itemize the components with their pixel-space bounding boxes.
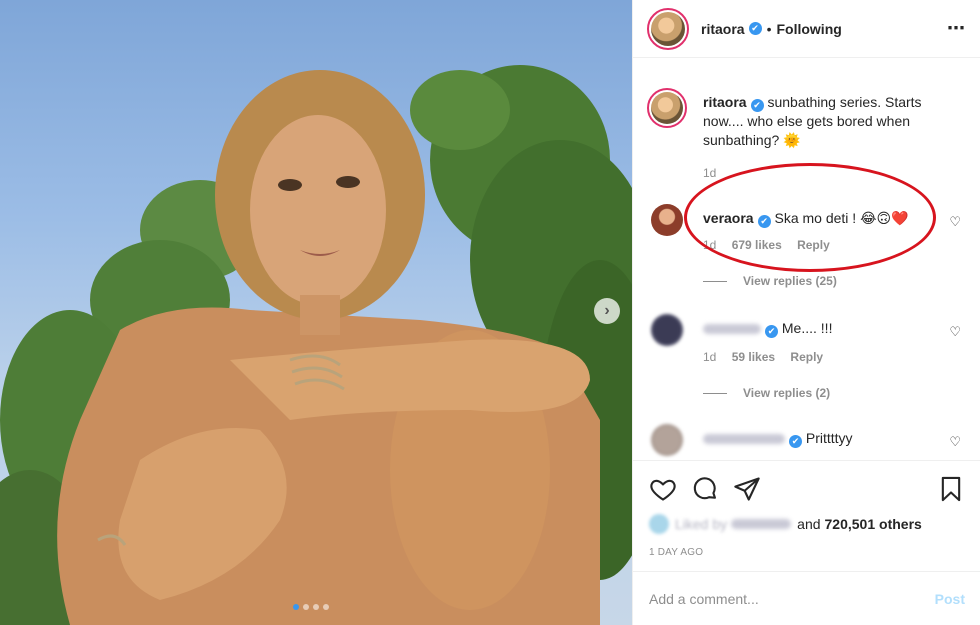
avatar-ring[interactable] — [647, 7, 689, 50]
comment-text-block: ✔ Prittttyy — [703, 429, 935, 448]
paper-plane-icon — [734, 477, 760, 501]
caption-time: 1d — [703, 166, 717, 180]
carousel-dot — [303, 604, 309, 610]
likes-summary[interactable]: Liked by and 720,501 others — [649, 514, 922, 534]
comment-item: ✔ Me.... !!! ♡ 1d 59 likes Reply View re… — [647, 314, 965, 404]
likes-count[interactable]: 720,501 others — [825, 516, 922, 532]
avatar[interactable] — [651, 424, 683, 456]
comment-item: ✔ Prittttyy ♡ — [647, 424, 965, 460]
view-replies-label: View replies (2) — [743, 386, 831, 400]
following-button[interactable]: Following — [776, 21, 841, 37]
post-actions: Liked by and 720,501 others 1 day ago Po… — [633, 460, 980, 625]
post-timestamp[interactable]: 1 day ago — [649, 547, 703, 558]
comment-time: 1d — [703, 350, 717, 364]
divider — [703, 392, 727, 394]
post-side-panel: ritaora ✔ • Following ⋯ ritaora ✔ sunbath… — [632, 0, 980, 625]
bookmark-icon — [941, 476, 961, 502]
reply-button[interactable]: Reply — [790, 350, 823, 364]
blurred-username — [703, 324, 761, 335]
avatar[interactable] — [651, 204, 683, 236]
highlight-annotation-oval — [684, 163, 936, 272]
add-comment-bar: Post — [633, 571, 980, 625]
head — [215, 70, 425, 335]
verified-badge-icon: ✔ — [750, 99, 764, 112]
comment-text-block: ✔ Me.... !!! — [703, 319, 935, 338]
action-icons — [649, 475, 965, 503]
post-header: ritaora ✔ • Following ⋯ — [633, 0, 980, 58]
comment-button[interactable] — [691, 475, 719, 503]
blurred-username — [703, 434, 785, 445]
liker-avatar — [649, 514, 669, 534]
comment-likes[interactable]: 59 likes — [732, 350, 775, 364]
carousel-dot — [293, 604, 299, 610]
photo-scene — [0, 65, 632, 625]
more-options-icon[interactable]: ⋯ — [947, 18, 966, 39]
carousel-dot — [313, 604, 319, 610]
likes-and: and — [797, 516, 821, 532]
like-comment-heart-icon[interactable]: ♡ — [949, 324, 961, 340]
like-comment-heart-icon[interactable]: ♡ — [949, 434, 961, 450]
divider — [703, 280, 727, 282]
header-separator: • — [766, 20, 772, 37]
caption-avatar-ring[interactable] — [647, 88, 687, 128]
post-comment-button[interactable]: Post — [935, 591, 965, 607]
verified-badge-icon: ✔ — [789, 435, 802, 448]
post-photo[interactable]: › — [0, 0, 632, 625]
like-button[interactable] — [649, 475, 677, 503]
carousel-dots — [293, 604, 329, 610]
verified-badge-icon: ✔ — [748, 22, 762, 35]
person — [57, 307, 600, 625]
save-button[interactable] — [937, 475, 965, 503]
carousel-next-button[interactable]: › — [594, 298, 620, 324]
share-button[interactable] — [733, 475, 761, 503]
chevron-right-icon: › — [604, 302, 610, 319]
heart-icon — [650, 479, 676, 501]
caption-username[interactable]: ritaora — [703, 94, 747, 110]
sun-emoji-icon: 🌞 — [783, 132, 801, 148]
view-replies-button[interactable]: View replies (2) — [703, 386, 830, 400]
comment-text: Prittttyy — [805, 430, 853, 446]
avatar — [651, 92, 683, 124]
avatar — [651, 11, 685, 46]
comment-icon — [693, 477, 716, 500]
verified-badge-icon: ✔ — [765, 325, 778, 338]
blurred-username — [731, 519, 792, 529]
liked-by-label: Liked by — [675, 516, 728, 532]
caption-text-block: ritaora ✔ sunbathing series. Starts now..… — [703, 93, 965, 150]
like-comment-heart-icon[interactable]: ♡ — [949, 214, 961, 230]
avatar[interactable] — [651, 314, 683, 346]
comment-text: Me.... !!! — [781, 320, 833, 336]
comment-meta: 1d 59 likes Reply — [703, 350, 835, 364]
view-replies-label: View replies (25) — [743, 274, 837, 288]
add-comment-input[interactable] — [649, 591, 935, 607]
header-username[interactable]: ritaora — [701, 21, 745, 37]
carousel-dot — [323, 604, 329, 610]
view-replies-button[interactable]: View replies (25) — [703, 274, 837, 288]
